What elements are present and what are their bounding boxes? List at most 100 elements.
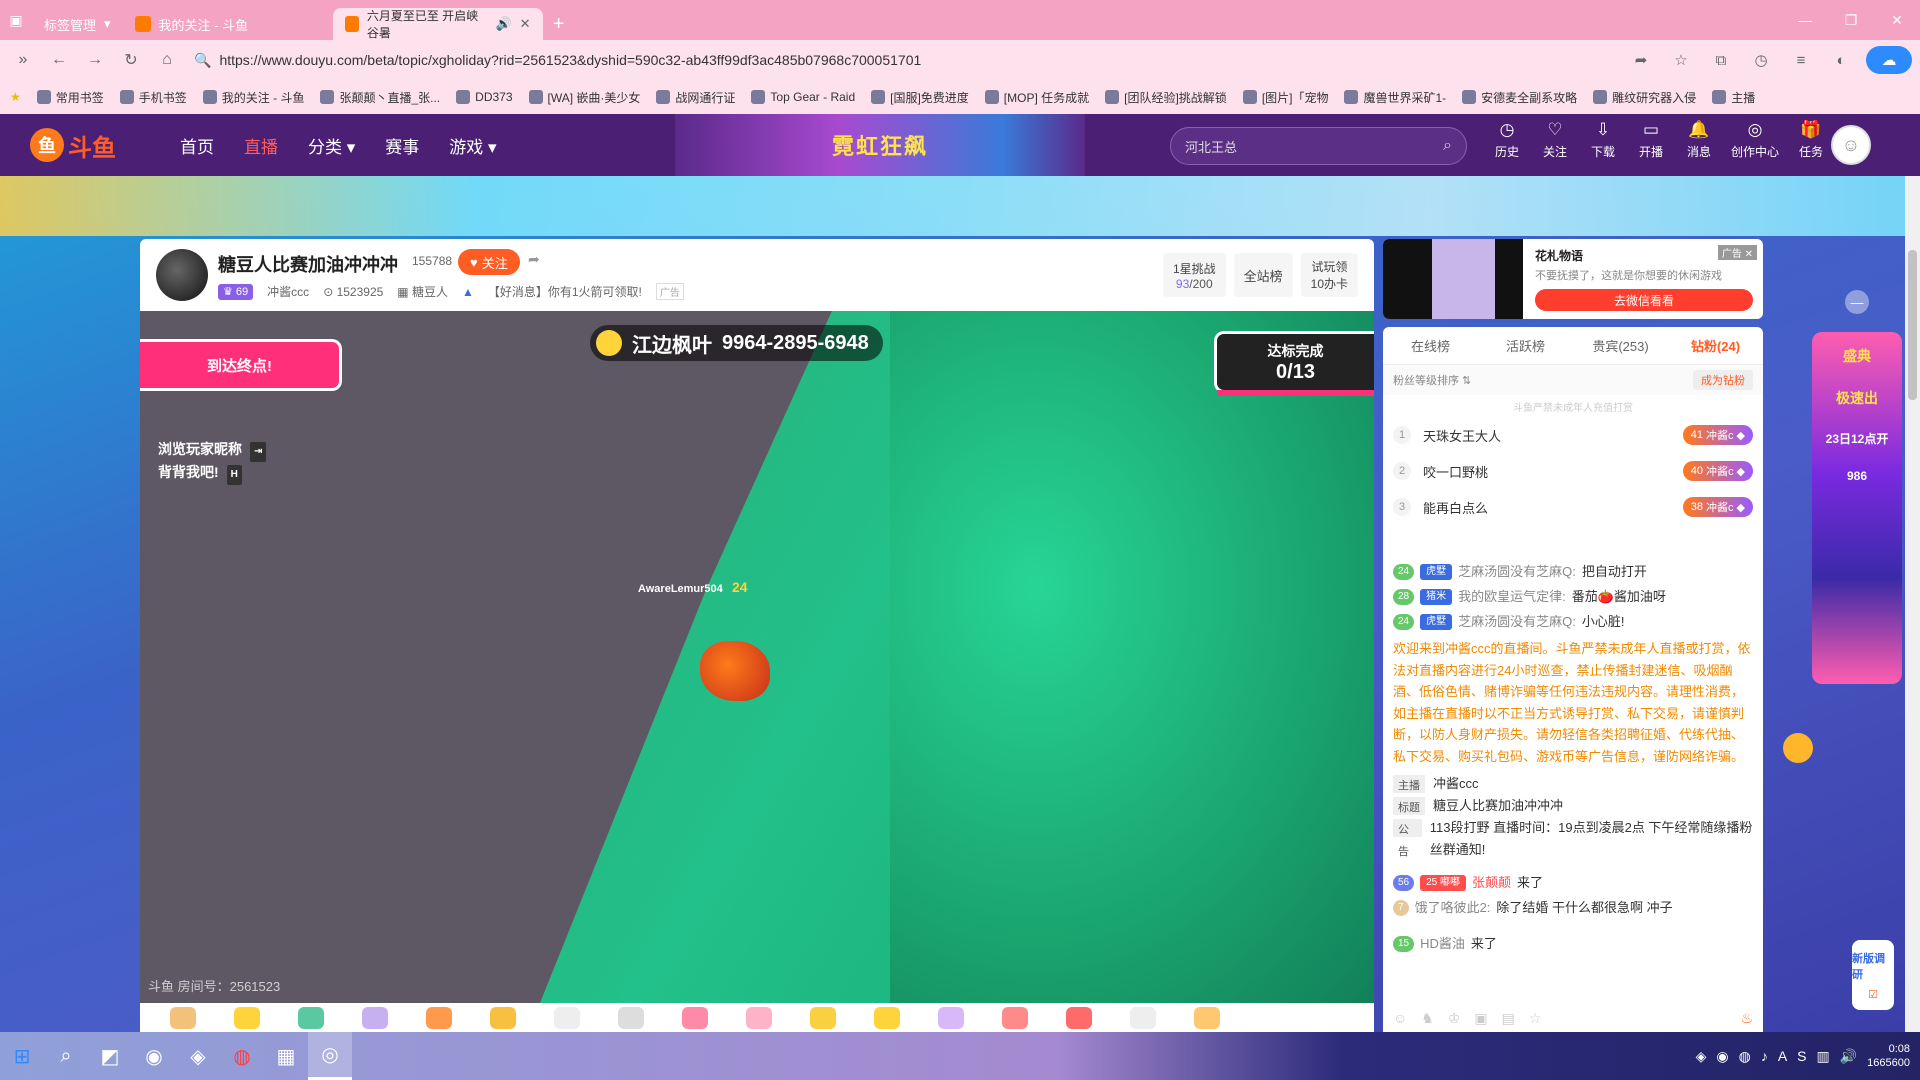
tool-creator[interactable]: ◎ 创作中心: [1730, 120, 1780, 160]
windows-start-icon[interactable]: ⊞: [0, 1032, 44, 1080]
extension-icon[interactable]: ⧉: [1706, 45, 1736, 75]
minimize-icon[interactable]: —: [1782, 0, 1828, 40]
tool-download[interactable]: ⇩ 下载: [1586, 120, 1620, 160]
star-icon[interactable]: ☆: [1666, 45, 1696, 75]
gift-icon[interactable]: ▤: [1502, 1010, 1515, 1032]
app-icon[interactable]: ◩: [88, 1032, 132, 1080]
nav-events[interactable]: 赛事: [385, 133, 419, 158]
share-icon[interactable]: ➦: [1626, 45, 1656, 75]
rank-row[interactable]: 2 咬一口野桃 40 冲酱c ◆: [1383, 453, 1763, 489]
ad-cta-button[interactable]: 去微信看看: [1535, 289, 1753, 311]
tool-history[interactable]: ◷ 历史: [1490, 120, 1524, 160]
tab-online[interactable]: 在线榜: [1383, 327, 1478, 364]
join-diamond-button[interactable]: 成为钻粉: [1693, 370, 1753, 390]
side-promo[interactable]: 盛典 极速出 23日12点开 986: [1812, 332, 1902, 684]
bookmark-item[interactable]: 手机书签: [119, 89, 187, 106]
tab-manager-icon[interactable]: ▣: [0, 0, 32, 40]
tab-3-active[interactable]: 六月夏至已至 开启峡谷暑 🔊 ✕: [332, 8, 543, 40]
rank-row[interactable]: 3 能再白点么 38 冲酱c ◆: [1383, 489, 1763, 525]
rank-row[interactable]: 1 天珠女王大人 41 冲酱c ◆: [1383, 417, 1763, 453]
challenge-box[interactable]: 1星挑战 93/200: [1162, 253, 1226, 297]
follow-button[interactable]: ♥ 关注: [458, 249, 520, 275]
bookmark-item[interactable]: 常用书签: [36, 89, 104, 106]
tool-broadcast[interactable]: ▭ 开播: [1634, 120, 1668, 160]
ad-label[interactable]: 广告 ✕: [1717, 245, 1757, 260]
bookmark-item[interactable]: [WA] 嵌曲·美少女: [528, 89, 640, 106]
gift-item[interactable]: [618, 1006, 644, 1029]
site-rank-button[interactable]: 全站榜: [1233, 253, 1293, 297]
tray-douyu-icon[interactable]: ◈: [1696, 1048, 1707, 1065]
forward-icon[interactable]: →: [80, 45, 110, 75]
survey-button[interactable]: 新版调研 ☑: [1852, 940, 1894, 1010]
emoji-icon[interactable]: ☺: [1393, 1010, 1407, 1032]
bookmark-item[interactable]: 我的关注 - 斗鱼: [202, 89, 304, 106]
floating-pet-icon[interactable]: [1783, 733, 1813, 763]
chat-user[interactable]: 我的欧皇运气定律:: [1458, 587, 1566, 607]
bookmark-item[interactable]: 张颠颠丶直播_张...: [320, 89, 440, 106]
bookmark-item[interactable]: 雕纹研究器入侵: [1593, 89, 1696, 106]
bookmark-item[interactable]: [国服]免费进度: [871, 89, 969, 106]
fan-icon[interactable]: ♞: [1421, 1010, 1434, 1032]
video-player[interactable]: 到达终点! 浏览玩家昵称 ⇥ 背背我吧! H 江边枫叶 9964-2895-6948 …: [140, 311, 1374, 1003]
gift-item[interactable]: [554, 1006, 580, 1029]
badge-icon[interactable]: ▣: [1474, 1010, 1487, 1032]
menu-icon[interactable]: ≡: [1786, 45, 1816, 75]
gift-item[interactable]: [298, 1006, 324, 1029]
star-icon[interactable]: ☆: [1529, 1010, 1542, 1032]
category-link[interactable]: ▦ 糖豆人: [397, 283, 448, 300]
new-tab-button[interactable]: +: [543, 8, 575, 40]
gift-item[interactable]: [490, 1006, 516, 1029]
trial-box[interactable]: 试玩领 10办卡: [1300, 253, 1358, 297]
bookmark-item[interactable]: [图片]「宠物: [1242, 89, 1328, 106]
user-avatar[interactable]: ☺: [1831, 125, 1871, 165]
nav-home[interactable]: 首页: [180, 133, 214, 158]
app-browser-icon[interactable]: ◎: [308, 1032, 352, 1080]
bookmark-item[interactable]: 安德麦全副系攻略: [1462, 89, 1577, 106]
tool-messages[interactable]: 🔔 消息: [1682, 120, 1716, 160]
chat-user[interactable]: HD酱油: [1420, 934, 1465, 954]
sort-label[interactable]: 粉丝等级排序 ⇅: [1393, 372, 1471, 388]
settings-icon[interactable]: ♨: [1740, 1010, 1763, 1032]
room-message[interactable]: 【好消息】你有1火箭可领取!: [488, 283, 642, 300]
bookmark-item[interactable]: 战网通行证: [656, 89, 735, 106]
gift-item[interactable]: [938, 1006, 964, 1029]
tab-diamond-fans[interactable]: 钻粉(24): [1668, 327, 1763, 364]
gift-item[interactable]: [234, 1006, 260, 1029]
search-icon[interactable]: ⌕: [44, 1032, 88, 1080]
search-icon[interactable]: ⌕: [1443, 137, 1452, 155]
bookmark-item[interactable]: Top Gear - Raid: [751, 90, 855, 104]
chat-user[interactable]: 饿了咯彼此2:: [1415, 898, 1491, 918]
bookmark-item[interactable]: [团队经验]挑战解锁: [1105, 89, 1227, 106]
tab-active[interactable]: 活跃榜: [1478, 327, 1573, 364]
reload-icon[interactable]: ↻: [116, 45, 146, 75]
speaker-icon[interactable]: 🔊: [495, 16, 511, 32]
nav-category[interactable]: 分类 ▾: [308, 133, 355, 158]
microphone-icon[interactable]: ♪: [1761, 1048, 1768, 1064]
streamer-name[interactable]: 冲酱ccc: [267, 283, 309, 300]
bookmark-item[interactable]: DD373: [456, 90, 513, 104]
app-epic-icon[interactable]: ▦: [264, 1032, 308, 1080]
gift-item[interactable]: [170, 1006, 196, 1029]
streamer-avatar[interactable]: [156, 249, 208, 301]
gift-item[interactable]: [682, 1006, 708, 1029]
ime-icon[interactable]: A: [1778, 1048, 1787, 1064]
gift-item[interactable]: [1194, 1006, 1220, 1029]
share-icon[interactable]: ➦: [528, 251, 540, 268]
tool-tasks[interactable]: 🎁 任务: [1794, 120, 1828, 160]
sidebar-toggle-icon[interactable]: »: [8, 45, 38, 75]
cloud-icon[interactable]: ☁: [1866, 46, 1912, 74]
search-input[interactable]: 河北王总 ⌕: [1170, 127, 1467, 165]
tab-1[interactable]: 标签管理 ▾: [32, 8, 123, 40]
chat-user[interactable]: 芝麻汤圆没有芝麻Q:: [1458, 612, 1576, 632]
bookmark-item[interactable]: 魔兽世界采矿1-: [1344, 89, 1446, 106]
nav-live[interactable]: 直播: [244, 133, 278, 158]
nav-games[interactable]: 游戏 ▾: [449, 133, 496, 158]
chat-user[interactable]: 芝麻汤圆没有芝麻Q:: [1458, 562, 1576, 582]
back-icon[interactable]: ←: [44, 45, 74, 75]
bookmark-item[interactable]: 主播: [1712, 89, 1755, 106]
promo-banner[interactable]: 霓虹狂飙: [675, 114, 1085, 176]
scrollbar-thumb[interactable]: [1908, 250, 1917, 400]
profile-icon[interactable]: ◐: [1826, 45, 1856, 75]
gift-item[interactable]: [746, 1006, 772, 1029]
tool-follow[interactable]: ♡ 关注: [1538, 120, 1572, 160]
